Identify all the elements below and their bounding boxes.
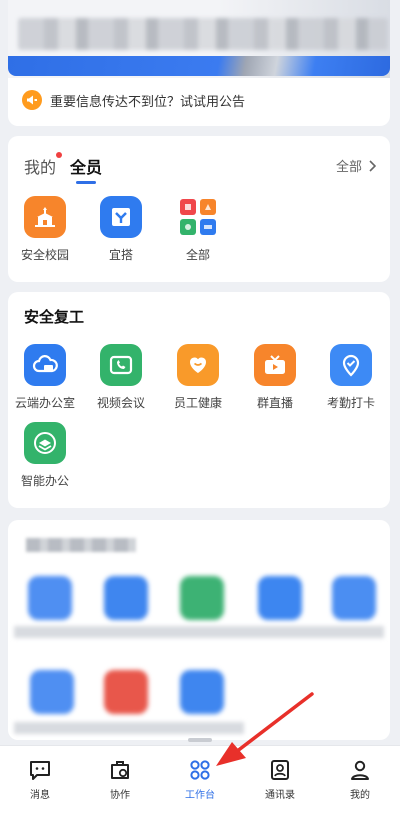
nav-label: 我的 [350, 790, 370, 801]
nav-label: 通讯录 [265, 790, 295, 801]
tab-active-indicator [76, 181, 97, 184]
app-yida[interactable]: 宜搭 [91, 196, 151, 263]
bottom-nav: 消息 协作 工作台 通讯录 我的 [0, 745, 400, 819]
tab-mine-label: 我的 [24, 158, 57, 177]
yida-icon [100, 196, 142, 238]
app-label: 员工健康 [173, 396, 222, 410]
app-label: 考勤打卡 [326, 396, 375, 410]
blurred-app-icon[interactable] [104, 576, 148, 620]
campus-icon [24, 196, 66, 238]
nav-label: 工作台 [185, 790, 215, 801]
location-check-icon [330, 344, 372, 386]
app-attendance[interactable]: 考勤打卡 [321, 344, 381, 411]
blurred-app-labels [14, 722, 244, 734]
app-safe-campus[interactable]: 安全校园 [15, 196, 75, 263]
app-label: 视频会议 [96, 396, 145, 410]
banner[interactable] [8, 0, 390, 78]
collaboration-icon [111, 761, 129, 779]
blurred-banner-text [18, 18, 388, 50]
blurred-app-icon[interactable] [180, 670, 224, 714]
contacts-icon [271, 760, 289, 780]
grid-icon [177, 196, 219, 238]
app-cloud-office[interactable]: 云端办公室 [15, 344, 75, 411]
nav-label: 消息 [30, 790, 50, 801]
notice-bar[interactable]: 重要信息传达不到位？试试用公告 [22, 88, 245, 112]
app-group-live[interactable]: 群直播 [245, 344, 305, 411]
safe-return-card: 安全复工 云端办公室 视频会议 员工健康 群直播 考勤打卡 智能办公 [8, 292, 390, 508]
smart-office-icon [24, 422, 66, 464]
message-icon [30, 761, 50, 780]
live-tv-icon [254, 344, 296, 386]
profile-icon [351, 760, 369, 780]
nav-collaboration[interactable]: 协作 [90, 758, 150, 801]
app-smart-office[interactable]: 智能办公 [15, 422, 75, 489]
nav-label: 协作 [110, 790, 130, 801]
banner-stripe [8, 56, 390, 76]
blurred-app-icon[interactable] [30, 670, 74, 714]
blurred-section-title [26, 538, 136, 552]
blurred-app-icon[interactable] [104, 670, 148, 714]
app-video-meeting[interactable]: 视频会议 [91, 344, 151, 411]
workbench-icon [190, 760, 210, 780]
blurred-app-icon[interactable] [332, 576, 376, 620]
app-label: 群直播 [256, 396, 293, 410]
nav-messages[interactable]: 消息 [10, 758, 70, 801]
nav-workbench[interactable]: 工作台 [170, 758, 230, 801]
tab-mine[interactable]: 我的 [24, 152, 63, 178]
blurred-app-icon[interactable] [258, 576, 302, 620]
tab-all-label: 全员 [70, 158, 103, 177]
tab-all[interactable]: 全员 [70, 154, 103, 184]
unread-dot [56, 152, 63, 158]
drag-handle[interactable] [188, 738, 212, 742]
my-apps-card: 我的 全员 全部 安全校园 宜搭 全部 [8, 136, 390, 282]
nav-profile[interactable]: 我的 [330, 758, 390, 801]
section-title: 安全复工 [24, 308, 85, 326]
blurred-app-icon[interactable] [28, 576, 72, 620]
blurred-apps-card [8, 520, 390, 740]
video-call-icon [100, 344, 142, 386]
blurred-app-labels [14, 626, 384, 638]
view-all-link[interactable]: 全部 [336, 156, 376, 175]
heart-icon [177, 344, 219, 386]
chevron-right-icon [369, 159, 376, 172]
app-label: 全部 [185, 248, 210, 262]
app-label: 安全校园 [20, 248, 69, 262]
notice-text: 重要信息传达不到位？试试用公告 [50, 94, 246, 110]
nav-contacts[interactable]: 通讯录 [250, 758, 310, 801]
app-label: 宜搭 [108, 248, 133, 262]
app-label: 智能办公 [20, 474, 69, 488]
app-label: 云端办公室 [15, 396, 76, 410]
view-all-label: 全部 [335, 160, 362, 175]
megaphone-icon [22, 90, 42, 110]
top-banner-card: 重要信息传达不到位？试试用公告 [8, 0, 390, 126]
apps-tabs: 我的 全员 [24, 152, 103, 184]
cloud-office-icon [24, 344, 66, 386]
app-all[interactable]: 全部 [168, 196, 228, 263]
app-employee-health[interactable]: 员工健康 [168, 344, 228, 411]
blurred-app-icon[interactable] [180, 576, 224, 620]
